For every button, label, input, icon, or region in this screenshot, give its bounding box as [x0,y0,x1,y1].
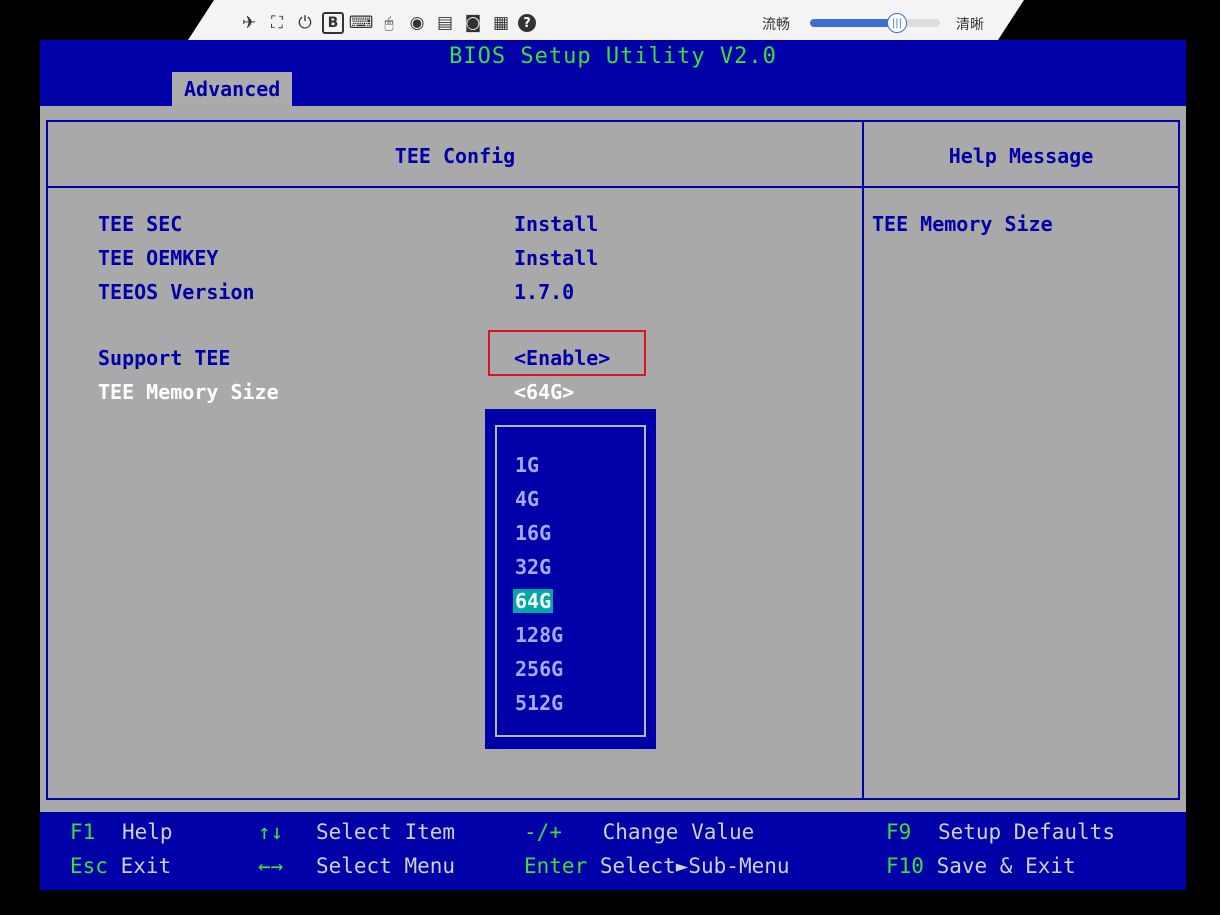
teeos-version-label: TEEOS Version [98,280,255,304]
tab-advanced[interactable]: Advanced [172,72,293,106]
memory-size-popup: 1G 4G 16G 32G 64G 128G 256G 512G [485,409,656,749]
footer-desc: Setup Defaults [937,820,1115,844]
disc-icon[interactable]: ◉ [406,12,428,34]
quality-smooth-label: 流畅 [762,17,790,33]
bios-header: BIOS Setup Utility V2.0 Advanced [40,40,1186,106]
footer-desc: Select Item [315,820,456,844]
boot-icon[interactable]: B [322,12,344,34]
support-tee-label[interactable]: Support TEE [98,346,230,370]
footer-f1: F1 Help [70,820,173,844]
option-64g-selected[interactable]: 64G [513,589,554,613]
footer-key: Enter [524,854,588,878]
option-256g[interactable]: 256G [513,657,565,681]
footer-key: F9 [886,820,912,844]
tee-oemkey-value: Install [514,246,599,270]
footer-desc: Change Value [602,820,755,844]
footer-leftright: ←→ Select Menu [258,854,455,878]
footer-f10: F10 Save & Exit [886,854,1076,878]
option-4g[interactable]: 4G [513,487,541,511]
footer-key: F10 [886,854,924,878]
option-32g[interactable]: 32G [513,555,553,579]
footer-desc: Select Menu [315,854,456,878]
footer-key: Esc [70,854,108,878]
quality-slider-thumb[interactable]: ||| [887,13,907,33]
screenshot-icon[interactable]: ▦ [490,12,512,34]
footer-desc: Exit [120,854,172,878]
footer-enter: Enter Select►Sub-Menu [524,854,790,878]
help-icon[interactable]: ? [518,14,536,32]
fullscreen-icon[interactable]: ⛶ [266,12,288,34]
option-1g[interactable]: 1G [513,453,541,477]
footer-desc: Select►Sub-Menu [599,854,790,878]
keyboard-icon[interactable]: ⌨ [349,12,374,34]
option-128g[interactable]: 128G [513,623,565,647]
help-message-text: TEE Memory Size [872,212,1053,236]
teeos-version-value: 1.7.0 [514,280,575,304]
bios-footer: F1 Help Esc Exit ↑↓ Select Item ←→ Selec… [40,812,1186,890]
tee-oemkey-label: TEE OEMKEY [98,246,219,270]
footer-esc: Esc Exit [70,854,171,878]
popup-border: 1G 4G 16G 32G 64G 128G 256G 512G [495,425,646,737]
mouse-icon[interactable]: 🖱 [378,12,400,34]
quality-slider[interactable]: ||| [810,13,940,33]
footer-desc: Help [121,820,173,844]
tee-sec-label: TEE SEC [98,212,183,236]
footer-updown: ↑↓ Select Item [258,820,455,844]
option-512g[interactable]: 512G [513,691,565,715]
help-title: Help Message [948,144,1094,168]
power-icon[interactable]: ⏻ [294,12,316,34]
footer-key: ←→ [258,854,284,878]
footer-key: F1 [70,820,96,844]
pin-icon[interactable]: ✈ [238,12,260,34]
video-icon[interactable]: ◙ [462,12,484,34]
footer-plusminus: -/+ Change Value [524,820,754,844]
footer-key: -/+ [524,820,562,844]
tee-sec-value: Install [514,212,599,236]
bios-body: TEE Config Help Message TEE SEC Install … [40,106,1186,812]
record-icon[interactable]: ▤ [434,12,456,34]
kvm-icon-group: ✈ ⛶ ⏻ B ⌨ 🖱 ◉ ▤ ◙ ▦ ? [238,8,536,38]
footer-f9: F9 Setup Defaults [886,820,1115,844]
quality-clear-label: 清晰 [956,17,984,33]
footer-key: ↑↓ [258,820,284,844]
quality-slider-fill [810,19,897,27]
option-16g[interactable]: 16G [513,521,553,545]
bios-title: BIOS Setup Utility V2.0 [449,44,777,69]
panel-title: TEE Config [394,144,516,168]
footer-desc: Save & Exit [936,854,1076,878]
tee-memory-size-label[interactable]: TEE Memory Size [98,380,279,404]
red-highlight-box [488,330,646,376]
tee-memory-size-value[interactable]: <64G> [514,380,574,404]
